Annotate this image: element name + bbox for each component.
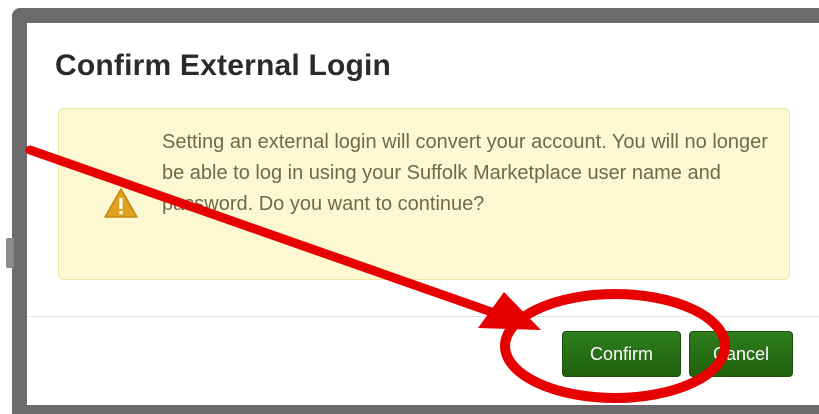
page-background-strip [0, 18, 12, 414]
confirm-external-login-dialog: Confirm External Login Setting an extern… [27, 23, 819, 405]
warning-icon [104, 188, 138, 218]
alert-message: Setting an external login will convert y… [162, 131, 768, 215]
dialog-title: Confirm External Login [55, 49, 392, 82]
warning-alert: Setting an external login will convert y… [58, 108, 790, 280]
background-page-edge [6, 238, 14, 268]
footer-divider [27, 316, 819, 317]
cancel-button[interactable]: Cancel [689, 331, 793, 377]
confirm-button[interactable]: Confirm [562, 331, 681, 377]
